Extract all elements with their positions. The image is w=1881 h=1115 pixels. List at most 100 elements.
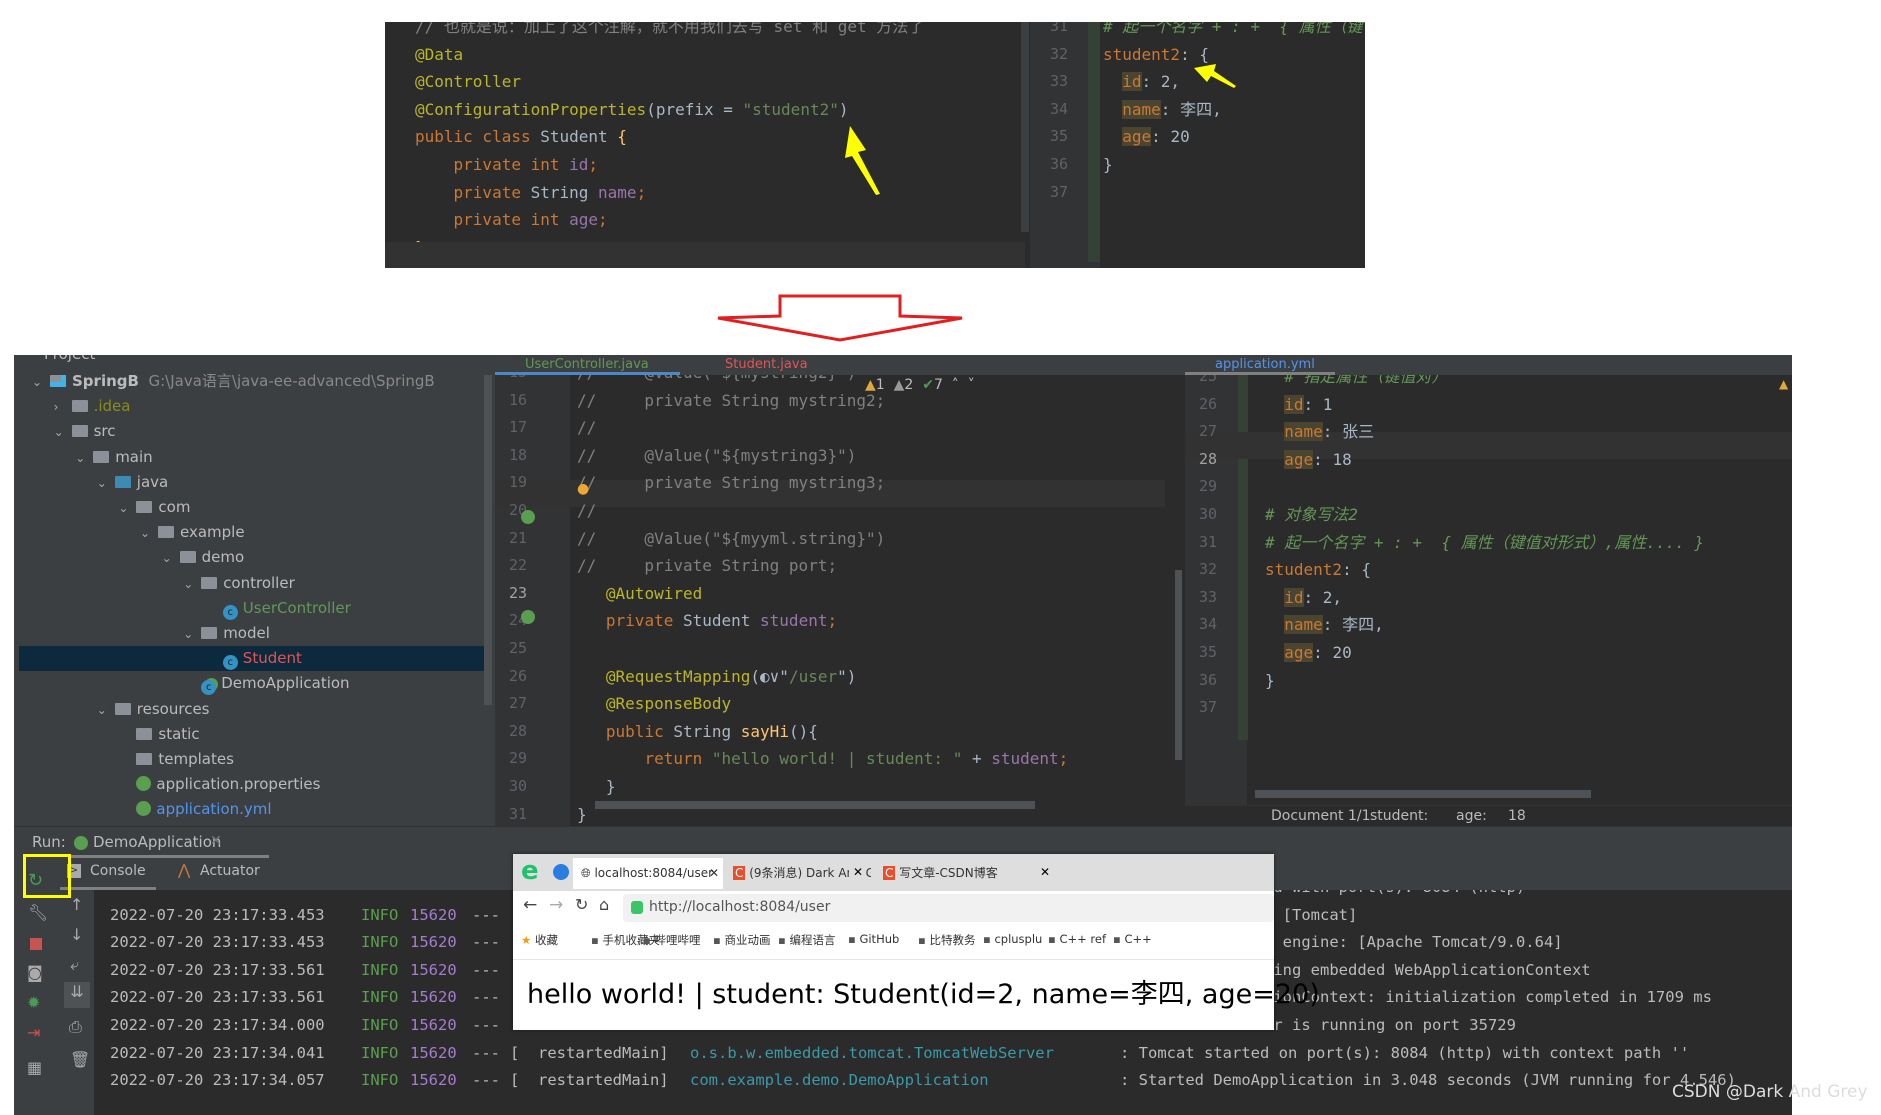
layout-icon[interactable]: ▦ — [27, 1058, 42, 1077]
chevron-down-icon[interactable]: ⌄ — [97, 698, 115, 723]
bookmark-item[interactable]: ▪ 比特教务 — [918, 932, 975, 948]
tree-item-usercontroller[interactable]: c UserController — [205, 596, 351, 621]
close-tab-icon[interactable]: ✕ — [1040, 865, 1050, 879]
bookmark-item[interactable]: ▪ cplusplu — [983, 932, 1042, 946]
debug-icon[interactable]: ✹ — [27, 993, 40, 1012]
navigation-icon[interactable] — [553, 864, 569, 880]
back-icon[interactable]: ← — [523, 895, 537, 915]
tab-application-yml[interactable]: application.yml — [1215, 357, 1315, 372]
tree-item-application-properties[interactable]: application.properties — [118, 772, 320, 797]
class-icon: c — [222, 655, 238, 671]
bookmark-item[interactable]: ▪ 哔哩哔哩 — [643, 932, 700, 948]
tree-item-static[interactable]: static — [118, 722, 200, 747]
tree-item-com[interactable]: ⌄ com — [118, 495, 190, 520]
home-icon[interactable]: ⌂ — [599, 895, 609, 914]
chevron-right-icon[interactable]: › — [54, 395, 72, 420]
code-token: # 起一个名字 + : + { 属性（键值对形式）,属性.... } — [1265, 532, 1705, 552]
chevron-down-icon[interactable]: ⌄ — [140, 521, 158, 546]
java-editor[interactable]: 1516171819202122232425262728293031// @Va… — [495, 355, 1185, 826]
browser-tab-bar: e 🌐︎ localhost:8084/user ✕ C (9条消息) Dark… — [513, 854, 1274, 891]
endpoint-navigation-icon[interactable] — [521, 610, 535, 624]
bookmark-label: GitHub — [859, 932, 900, 946]
tab-console[interactable]: Console — [90, 863, 146, 879]
code-token: id — [1284, 394, 1304, 414]
scroll-up-icon[interactable]: ↑ — [70, 895, 83, 914]
chevron-up-icon[interactable]: ˄ — [952, 377, 959, 393]
breadcrumb-item[interactable]: age: — [1456, 808, 1487, 824]
bookmark-item[interactable]: ▪ 编程语言 — [778, 932, 835, 948]
tree-item-resources[interactable]: ⌄ resources — [97, 697, 210, 722]
code-token: // @Value("${myyml.string}") — [577, 528, 886, 548]
close-tab-icon[interactable]: ✕ — [709, 858, 719, 889]
bookmark-item[interactable]: ▪ GitHub — [848, 932, 899, 946]
tree-scrollbar[interactable] — [484, 375, 492, 705]
log-time: 2022-07-20 23:17:34.041 — [110, 1043, 325, 1062]
bookmark-item[interactable]: ▪ C++ — [1113, 932, 1152, 946]
scroll-to-end-icon[interactable]: ⇊ — [64, 982, 90, 1008]
tree-item--idea[interactable]: › .idea — [54, 394, 131, 419]
tree-item-controller[interactable]: ⌄ controller — [183, 571, 295, 596]
horizontal-scrollbar[interactable] — [1255, 790, 1591, 798]
chevron-down-icon[interactable]: ⌄ — [162, 546, 180, 571]
scroll-down-icon[interactable]: ↓ — [70, 925, 83, 944]
tree-item-demo[interactable]: ⌄ demo — [162, 545, 245, 570]
typo-count: 7 — [933, 377, 943, 393]
wrench-icon[interactable]: 🔧︎ — [28, 903, 48, 922]
warning-icon[interactable]: ▲ — [1779, 377, 1788, 391]
chevron-down-icon[interactable]: ˅ — [968, 377, 975, 393]
tree-item-main[interactable]: ⌄ main — [75, 445, 152, 470]
tab-student[interactable]: Student.java — [725, 357, 808, 372]
tree-item-java[interactable]: ⌄ java — [97, 470, 168, 495]
browser-tab[interactable]: C 写文章-CSDN博客 — [875, 858, 1055, 889]
run-config-tab[interactable]: DemoApplication — [93, 833, 221, 851]
url-text[interactable]: http://localhost:8084/user — [649, 899, 830, 915]
tab-usercontroller[interactable]: UserController.java — [525, 357, 649, 372]
tree-item-src[interactable]: ⌄ src — [54, 419, 116, 444]
tree-item-model[interactable]: ⌄ model — [183, 621, 270, 646]
chevron-down-icon[interactable]: ⌄ — [183, 622, 201, 647]
chevron-down-icon[interactable]: ⌄ — [97, 471, 115, 496]
vertical-scrollbar[interactable] — [1175, 570, 1182, 760]
bookmarks-bar: ★ 收藏 ▪ 手机收藏夹 ▪ 哔哩哔哩 ▪ 商业动画 ▪ 编程语言 ▪ GitHub ▪ 比… — [513, 924, 1274, 960]
url-bar[interactable]: http://localhost:8084/user — [623, 894, 1274, 922]
chevron-down-icon[interactable]: ⌄ — [75, 446, 93, 471]
exit-icon[interactable]: ⇥ — [27, 1023, 40, 1042]
chevron-down-icon[interactable]: ⌄ — [183, 572, 201, 597]
lightbulb-icon[interactable]: ● — [577, 481, 589, 497]
horizontal-scrollbar[interactable] — [595, 801, 1035, 809]
log-level: INFO — [361, 1071, 399, 1090]
breadcrumb-item[interactable]: 18 — [1508, 808, 1526, 824]
tree-item-springb[interactable]: ⌄ SpringB G:\Java语言\java-ee-advanced\Spri… — [32, 369, 435, 394]
breadcrumb-item[interactable]: student: — [1370, 808, 1428, 824]
chevron-down-icon[interactable]: ⌄ — [32, 370, 50, 395]
stop-icon[interactable] — [30, 938, 42, 950]
close-tab-icon[interactable]: ✕ — [210, 833, 222, 849]
yaml-editor[interactable]: 25 26 27 28 29 30 31 32 33 34 35 36 37 # 指定属性（键值对） i… — [1185, 355, 1792, 826]
bookmark-item[interactable]: ▪ C++ ref — [1048, 932, 1106, 946]
reload-icon[interactable]: ↻ — [575, 895, 588, 914]
tree-item-templates[interactable]: templates — [118, 747, 234, 772]
inspection-widget[interactable]: ▲1 ▲2 ✔7 ˄ ˅ — [865, 377, 975, 393]
camera-icon[interactable]: ◙ — [27, 963, 43, 982]
trash-icon[interactable]: 🗑︎ — [70, 1050, 90, 1069]
tree-item-example[interactable]: ⌄ example — [140, 520, 245, 545]
breadcrumb-item[interactable]: Document 1/1 — [1271, 808, 1371, 824]
tree-item-student[interactable]: c Student — [205, 646, 302, 671]
bookmark-item[interactable]: ▪ 商业动画 — [713, 932, 770, 948]
browser-tab-active[interactable]: 🌐︎ localhost:8084/user ✕ — [573, 858, 723, 889]
chevron-down-icon[interactable]: ⌄ — [54, 420, 72, 445]
bean-navigation-icon[interactable] — [521, 510, 535, 524]
print-icon[interactable]: ⎙ — [69, 1017, 82, 1037]
down-arrow-icon — [717, 294, 963, 342]
chevron-down-icon[interactable]: ⌄ — [118, 496, 136, 521]
tree-item-demoapplication[interactable]: c DemoApplication — [183, 671, 350, 696]
soft-wrap-icon[interactable]: ⤶ — [70, 955, 79, 975]
bookmark-item[interactable]: ★ 收藏 — [521, 932, 558, 948]
forward-icon[interactable]: → — [549, 895, 563, 915]
tree-item-application-yml[interactable]: application.yml — [118, 797, 272, 822]
close-tab-icon[interactable]: ✕ — [849, 865, 864, 879]
tab-actuator[interactable]: Actuator — [200, 863, 260, 879]
active-tab-indicator — [1185, 372, 1335, 375]
line-number: 32 — [1198, 560, 1217, 579]
